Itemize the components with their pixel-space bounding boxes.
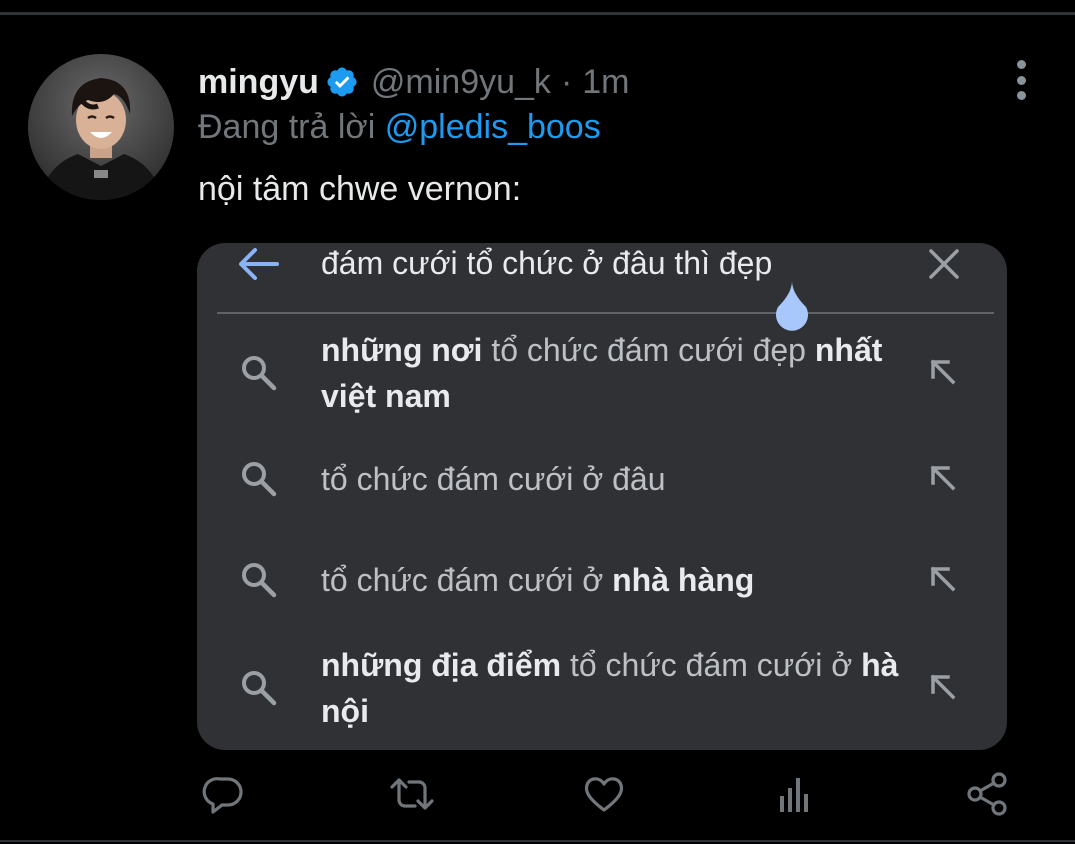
separator-dot: · <box>560 62 573 101</box>
search-query: đám cưới tổ chức ở đâu thì đẹp <box>321 245 773 281</box>
search-icon <box>242 462 277 497</box>
avatar[interactable] <box>28 54 174 200</box>
tweet-header: mingyu @min9yu_k · 1m <box>198 58 630 106</box>
search-icon <box>242 671 277 706</box>
suggestion-text: tổ chức đám cưới ở nhà hàng <box>321 557 901 603</box>
suggestion-part: tổ chức đám cưới ở <box>561 647 862 683</box>
suggestion-bold-part: những địa điểm <box>321 647 562 683</box>
suggestion-part: tổ chức đám cưới đẹp <box>482 332 815 368</box>
more-dot <box>1016 60 1026 69</box>
top-divider <box>0 12 1075 15</box>
verified-badge-icon <box>327 67 357 97</box>
reply-mention-link[interactable]: @pledis_boos <box>385 108 601 146</box>
avatar-photo <box>28 54 174 200</box>
share-icon[interactable] <box>964 770 1012 818</box>
search-icon <box>242 356 277 391</box>
suggestion-part: tổ chức đám cưới ở <box>321 562 613 598</box>
suggestion-part: tổ chức đám cưới ở đâu <box>321 461 666 497</box>
fill-query-arrow-icon <box>930 359 956 385</box>
more-dot <box>1016 91 1026 100</box>
tweet-actions <box>0 770 1075 826</box>
reply-prefix: Đang trả lời <box>198 108 376 146</box>
like-icon[interactable] <box>580 770 628 818</box>
retweet-icon[interactable] <box>388 770 436 818</box>
timestamp[interactable]: 1m <box>582 63 629 102</box>
fill-query-arrow-icon <box>930 566 956 592</box>
back-arrow-icon <box>239 248 279 280</box>
search-bar: đám cưới tổ chức ở đâu thì đẹp <box>197 243 1007 313</box>
replying-to: Đang trả lời @pledis_boos <box>198 106 601 148</box>
reply-icon[interactable] <box>200 770 248 818</box>
tweet-text: nội tâm chwe vernon: <box>198 170 522 208</box>
display-name[interactable]: mingyu <box>198 63 319 102</box>
suggestion-text: tổ chức đám cưới ở đâu <box>321 456 901 502</box>
suggestion-text: những nơi tổ chức đám cưới đẹp nhất việt… <box>321 327 901 419</box>
search-divider <box>217 312 994 314</box>
suggestion-bold-part: những nơi <box>321 332 483 368</box>
author-handle[interactable]: @min9yu_k <box>371 63 551 102</box>
fill-query-arrow-icon <box>930 465 956 491</box>
bottom-divider <box>0 840 1075 842</box>
fill-query-arrow-icon <box>930 674 956 700</box>
close-icon <box>929 249 959 279</box>
tweet-media-image[interactable]: đám cưới tổ chức ở đâu thì đẹp những nơi… <box>197 243 1007 750</box>
search-icon <box>242 563 277 598</box>
more-options-icon[interactable] <box>1006 60 1036 100</box>
suggestion-text: những địa điểm tổ chức đám cưới ở hà nội <box>321 642 901 734</box>
analytics-icon[interactable] <box>772 770 820 818</box>
suggestion-bold-part: nhà hàng <box>612 562 755 598</box>
more-dot <box>1016 75 1026 85</box>
text-cursor-handle-icon <box>776 281 808 331</box>
